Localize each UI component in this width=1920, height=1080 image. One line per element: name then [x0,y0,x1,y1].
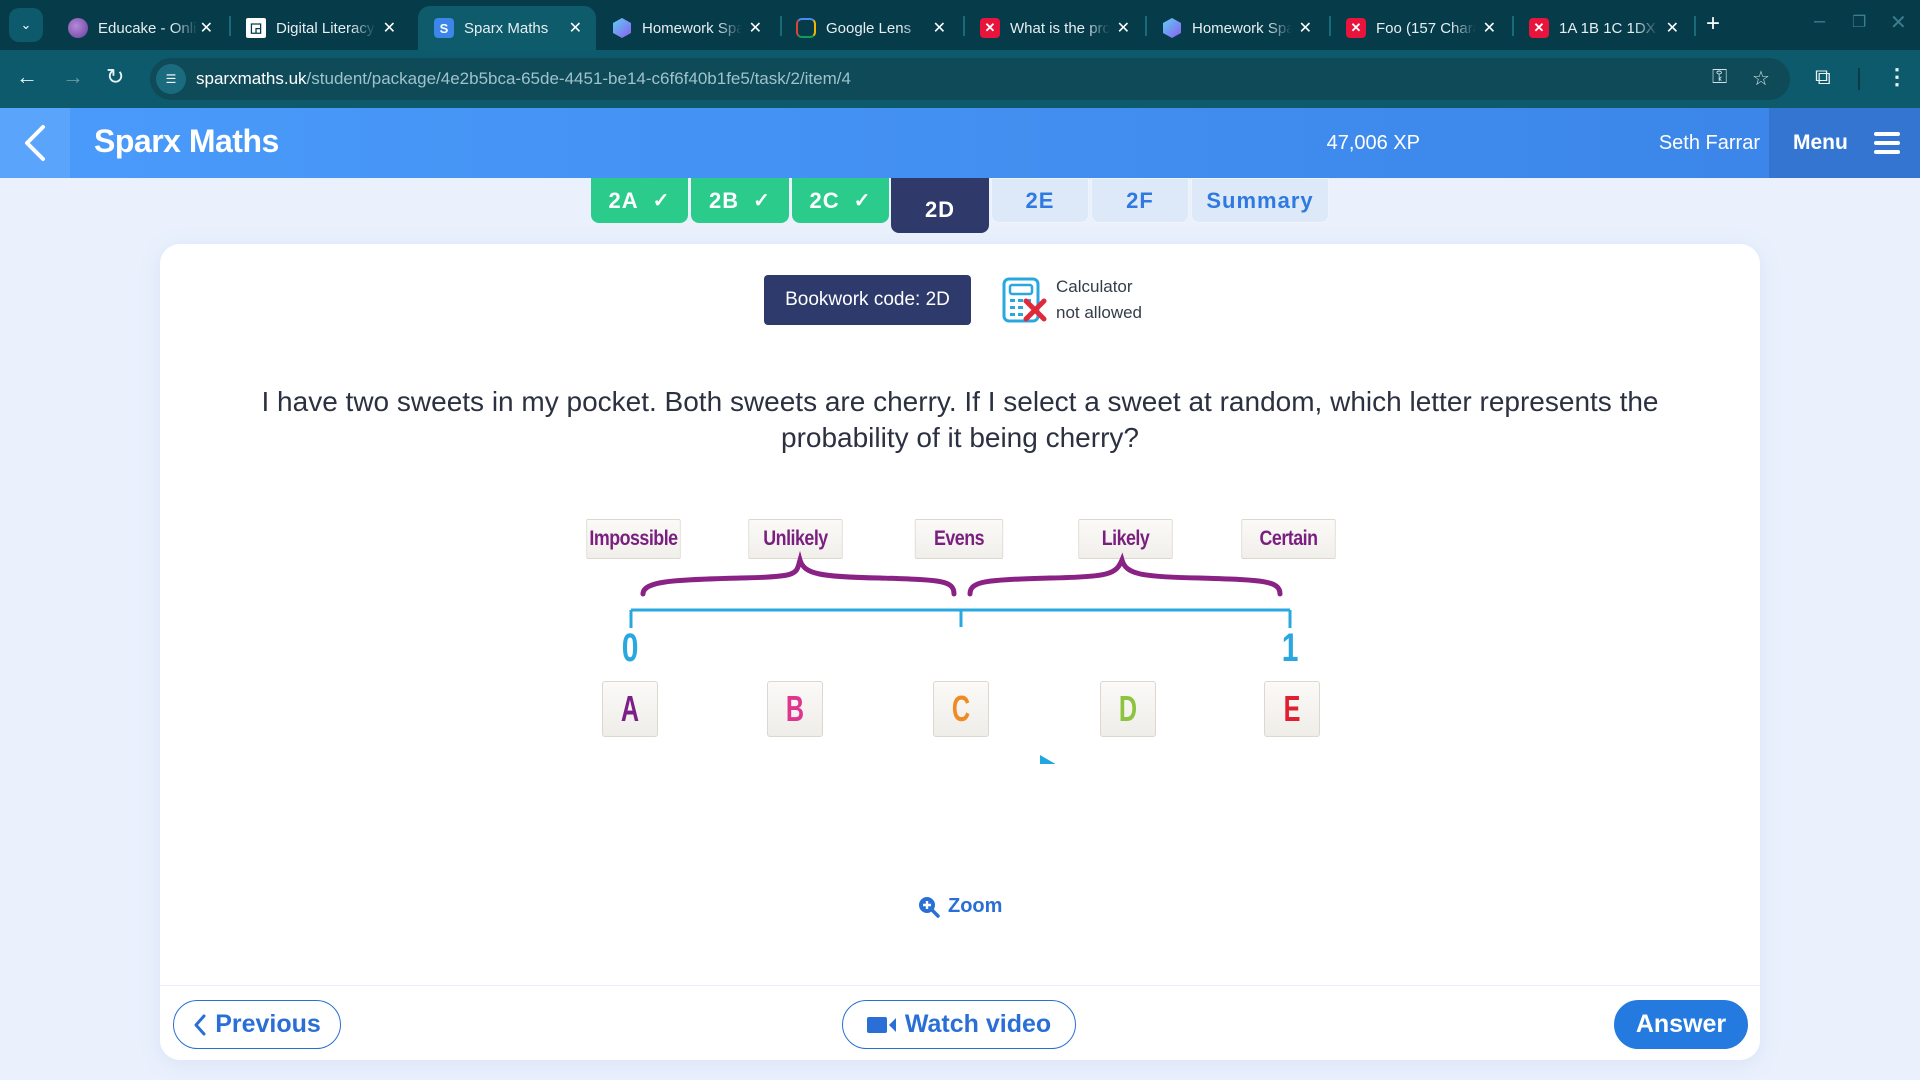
close-tab-icon[interactable]: ✕ [1666,18,1679,38]
footer-divider [160,985,1760,986]
letter-option-b[interactable]: B [767,681,823,737]
letter-option-c[interactable]: C [933,681,989,737]
homework-gem-icon [1163,18,1181,38]
new-tab-button[interactable]: + [1706,10,1720,38]
browser-tab-strip: ⌄ Educake - Online ✕ ◲ Digital Literacy … [0,0,1920,50]
checkmark-icon: ✓ [753,190,771,212]
brace-likely [967,552,1283,597]
close-tab-icon[interactable]: ✕ [1299,18,1312,38]
chevron-left-icon [193,1014,207,1036]
brace-unlikely [640,550,957,597]
task-tab-2d[interactable]: 2D [891,178,989,233]
header-back-button[interactable] [0,108,70,178]
close-tab-icon[interactable]: ✕ [933,18,946,38]
browser-tab-active[interactable]: S Sparx Maths ✕ [418,6,596,50]
browser-menu-icon[interactable]: ⋮ [1886,64,1908,90]
task-tab-2c[interactable]: 2C ✓ [792,178,889,223]
minimize-icon[interactable]: – [1814,10,1825,33]
restore-icon[interactable]: ❐ [1852,12,1866,32]
toolbar-divider [1858,68,1860,90]
window-close-icon[interactable]: ✕ [1890,10,1907,35]
password-key-icon[interactable]: ⚿ [1712,66,1727,89]
browser-tab[interactable]: ◲ Digital Literacy ✕ [230,6,410,50]
question-card: Bookwork code: 2D Calculator not allowed… [160,244,1760,1060]
checkmark-icon: ✓ [853,190,872,212]
chevron-down-icon: ⌄ [20,17,32,32]
x-app-icon: ✕ [1529,18,1549,38]
browser-tab[interactable]: Homework Sparx ✕ [1146,6,1326,50]
homework-gem-icon [613,18,631,38]
app-title: Sparx Maths [94,123,279,159]
browser-tab[interactable]: ✕ Foo (157 Characters) ✕ [1330,6,1510,50]
number-line-end: 1 [1281,626,1299,670]
task-tab-2e[interactable]: 2E [991,178,1089,223]
answer-button[interactable]: Answer [1614,1000,1748,1049]
video-camera-icon [866,1015,897,1035]
watch-video-button[interactable]: Watch video [842,1000,1076,1049]
browser-tab[interactable]: ✕ What is the probability ✕ [964,6,1144,50]
number-line-start: 0 [621,626,639,670]
close-tab-icon[interactable]: ✕ [383,18,396,38]
back-arrow-icon[interactable]: ← [16,64,38,90]
browser-tab[interactable]: Google Lens ✕ [780,6,960,50]
browser-tab[interactable]: Educake - Online ✕ [52,6,227,50]
task-tab-2a[interactable]: 2A ✓ [591,178,688,223]
forward-arrow-icon[interactable]: → [62,64,84,90]
tab-separator [1694,16,1696,36]
letter-option-d[interactable]: D [1100,681,1156,737]
educake-icon [68,18,88,38]
address-toolbar: ← → ↻ ☰ sparxmaths.uk/student/package/4e… [0,50,1920,108]
close-tab-icon[interactable]: ✕ [569,18,582,38]
tab-search-button[interactable]: ⌄ [9,8,43,42]
xp-counter: 47,006 XP [1326,132,1420,154]
close-tab-icon[interactable]: ✕ [1483,18,1496,38]
previous-button[interactable]: Previous [173,1000,341,1049]
address-bar[interactable]: ☰ sparxmaths.uk/student/package/4e2b5bca… [150,58,1790,100]
close-tab-icon[interactable]: ✕ [200,18,213,38]
user-name: Seth Farrar [1658,132,1760,154]
checkmark-icon: ✓ [652,190,671,212]
close-tab-icon[interactable]: ✕ [749,18,762,38]
x-app-icon: ✕ [1346,18,1366,38]
task-tab-2b[interactable]: 2B ✓ [691,178,789,223]
chevron-left-icon [25,125,45,161]
close-tab-icon[interactable]: ✕ [1117,18,1130,38]
site-info-icon[interactable]: ☰ [156,64,186,94]
browser-tab[interactable]: ✕ 1A 1B 1C 1DX ✕ [1513,6,1693,50]
zoom-button[interactable]: Zoom [918,895,1002,918]
digital-literacy-icon: ◲ [246,18,266,38]
menu-button[interactable]: Menu [1769,108,1920,178]
extensions-puzzle-icon[interactable]: ⧉ [1815,64,1831,90]
zoom-in-icon [919,896,940,918]
reload-icon[interactable]: ↻ [106,64,124,90]
menu-label: Menu [1793,131,1848,154]
sparx-header: Sparx Maths 47,006 XP Seth Farrar Menu [0,108,1920,178]
sparx-icon: S [434,18,454,38]
letter-option-e[interactable]: E [1264,681,1320,737]
url-text[interactable]: sparxmaths.uk/student/package/4e2b5bca-6… [196,69,851,89]
bookmark-star-icon[interactable]: ☆ [1752,66,1770,91]
x-app-icon: ✕ [980,18,1000,38]
hamburger-icon [1874,132,1900,154]
task-tab-summary[interactable]: Summary [1191,178,1329,223]
arrow-caption: Getting more likely [873,774,1005,837]
probability-scale-diagram: Impossible Unlikely Evens Likely Certain… [160,244,1760,1060]
letter-option-a[interactable]: A [602,681,658,737]
arrow-shape [1040,755,1056,764]
google-lens-icon [796,18,816,38]
task-tab-2f[interactable]: 2F [1091,178,1189,223]
browser-tab[interactable]: Homework Sparx ✕ [596,6,776,50]
